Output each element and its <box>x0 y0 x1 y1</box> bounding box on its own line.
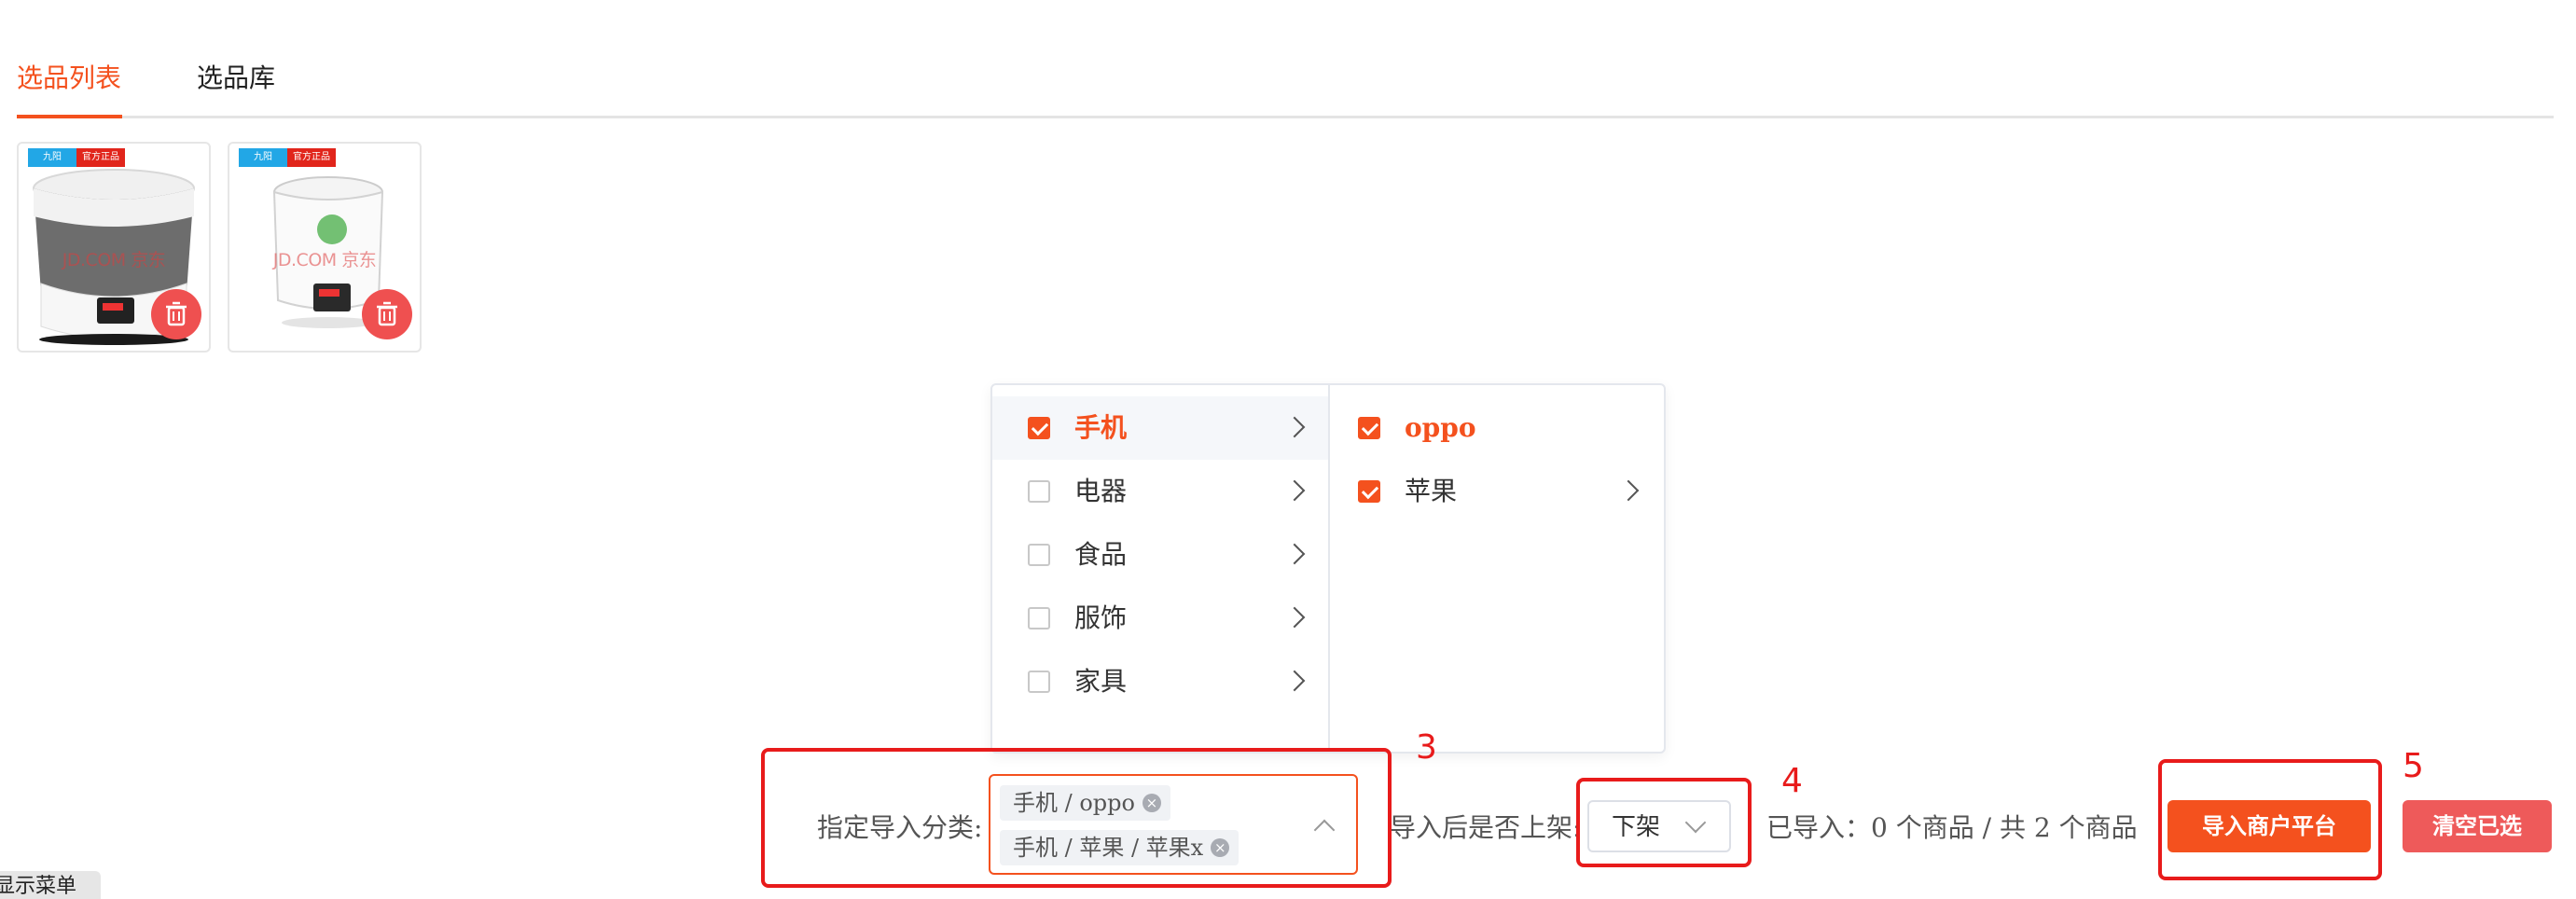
tab-bar: 选品列表 选品库 <box>17 54 2554 118</box>
shelf-label: 导入后是否上架: <box>1390 812 1582 843</box>
delete-button[interactable] <box>362 289 412 339</box>
option-label: 家具 <box>1074 666 1128 697</box>
checkbox[interactable] <box>1358 480 1380 503</box>
cascader-option-apparel[interactable]: 服饰 <box>992 587 1328 650</box>
option-label: 电器 <box>1074 476 1128 506</box>
brand-badge: 九阳 <box>28 148 76 167</box>
option-label: 服饰 <box>1074 602 1128 633</box>
chevron-right-icon <box>1283 670 1306 692</box>
product-card[interactable]: 九阳 官方正品 JD.COM 京东 <box>228 142 422 353</box>
brand-badge: 九阳 <box>239 148 287 167</box>
checkbox[interactable] <box>1358 417 1380 439</box>
annotation-box-4 <box>1576 778 1752 867</box>
tab-selection-list[interactable]: 选品列表 <box>17 60 121 97</box>
checkbox[interactable] <box>1028 671 1050 693</box>
annotation-number-3: 3 <box>1416 728 1437 767</box>
delete-button[interactable] <box>151 289 201 339</box>
annotation-number-5: 5 <box>2403 747 2424 785</box>
cascader-option-furniture[interactable]: 家具 <box>992 650 1328 713</box>
trash-icon <box>166 301 187 326</box>
official-badge: 官方正品 <box>76 148 125 167</box>
watermark: JD.COM 京东 <box>272 250 377 270</box>
trash-icon <box>377 301 397 326</box>
cascader-menu-level2: oppo 苹果 <box>1330 396 1662 523</box>
tab-selection-library[interactable]: 选品库 <box>197 60 275 97</box>
active-tab-indicator <box>17 115 122 118</box>
checkbox[interactable] <box>1028 480 1050 503</box>
checkbox[interactable] <box>1028 544 1050 566</box>
annotation-box-3 <box>761 748 1392 888</box>
checkbox[interactable] <box>1028 417 1050 439</box>
annotation-number-4: 4 <box>1781 762 1803 800</box>
chevron-right-icon <box>1283 479 1306 502</box>
cascader-option-food[interactable]: 食品 <box>992 523 1328 587</box>
official-badge: 官方正品 <box>287 148 336 167</box>
cascader-option-phone[interactable]: 手机 <box>992 396 1328 460</box>
category-cascader-dropdown: 手机 电器 食品 服饰 家具 oppo 苹果 <box>990 383 1666 754</box>
option-label: 手机 <box>1074 412 1128 443</box>
chevron-right-icon <box>1283 416 1306 438</box>
import-count-text: 已导入：0 个商品 / 共 2 个商品 <box>1766 812 2138 843</box>
clear-selection-button[interactable]: 清空已选 <box>2403 800 2552 852</box>
cascader-option-apple[interactable]: 苹果 <box>1330 460 1662 523</box>
chevron-right-icon <box>1283 606 1306 629</box>
product-card[interactable]: 九阳 官方正品 JD.COM 京东 <box>17 142 211 353</box>
chevron-right-icon <box>1283 543 1306 565</box>
checkbox[interactable] <box>1028 607 1050 629</box>
cascader-option-oppo[interactable]: oppo <box>1330 396 1662 460</box>
cascader-option-appliance[interactable]: 电器 <box>992 460 1328 523</box>
option-label: 苹果 <box>1405 476 1458 506</box>
cascader-menu-level1: 手机 电器 食品 服饰 家具 <box>992 396 1328 713</box>
watermark: JD.COM 京东 <box>62 250 166 270</box>
option-label: 食品 <box>1074 539 1128 570</box>
chevron-right-icon <box>1617 479 1640 502</box>
annotation-box-5 <box>2158 759 2382 880</box>
option-label: oppo <box>1405 412 1476 443</box>
